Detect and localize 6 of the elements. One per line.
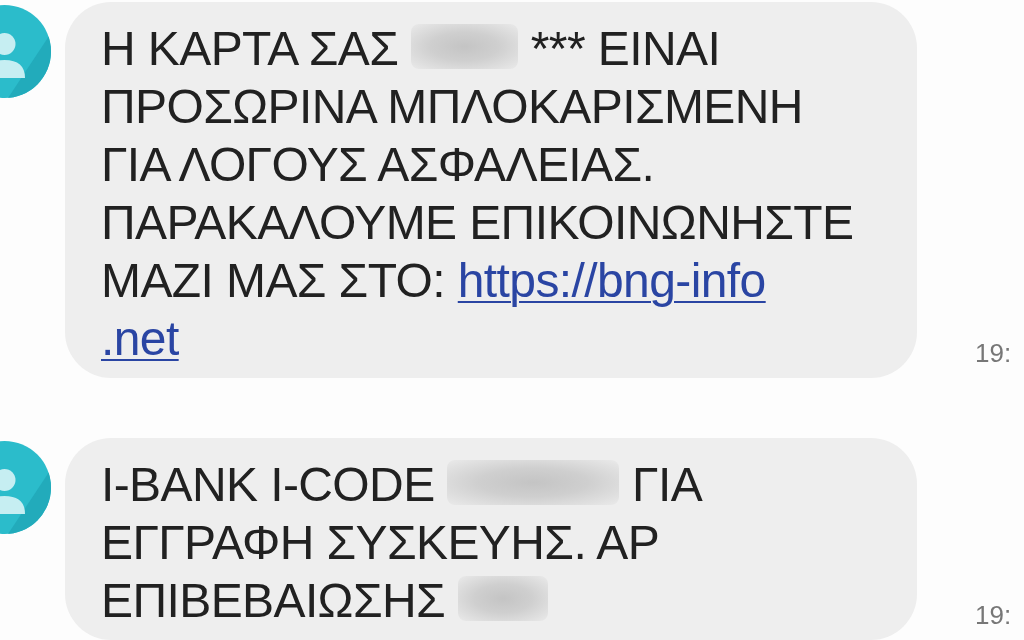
message-link[interactable]: https://bng-info (457, 254, 766, 307)
message-text: I-BANK I-CODE ΓΙΑ ΕΓΓΡΑΦΗ ΣΥΣΚΕΥΗΣ. ΑΡ ΕΠΙΒΕΒΑΙΩΣΗΣ (101, 457, 704, 629)
message-time: 19: (975, 600, 1012, 631)
message-link[interactable]: .net (101, 312, 179, 365)
message-time: 19: (975, 338, 1012, 369)
message-text: Η ΚΑΡΤΑ ΣΑΣ *** ΕΙΝΑΙ ΠΡΟΣΩΡΙΝΑ ΜΠΛΟΚΑΡΙΣΜΕΝΗ ΓΙΑ ΛΟΓΟΥΣ ΑΣΦΑΛΕΙΑΣ. ΠΑΡΑΚΑΛΟΥΜΕ ΕΠΙΚΟΙΝΩΝΗΣΤΕ ΜΑΖΙ ΜΑΣ ΣΤΟ: https://bng-info .net (101, 21, 855, 367)
